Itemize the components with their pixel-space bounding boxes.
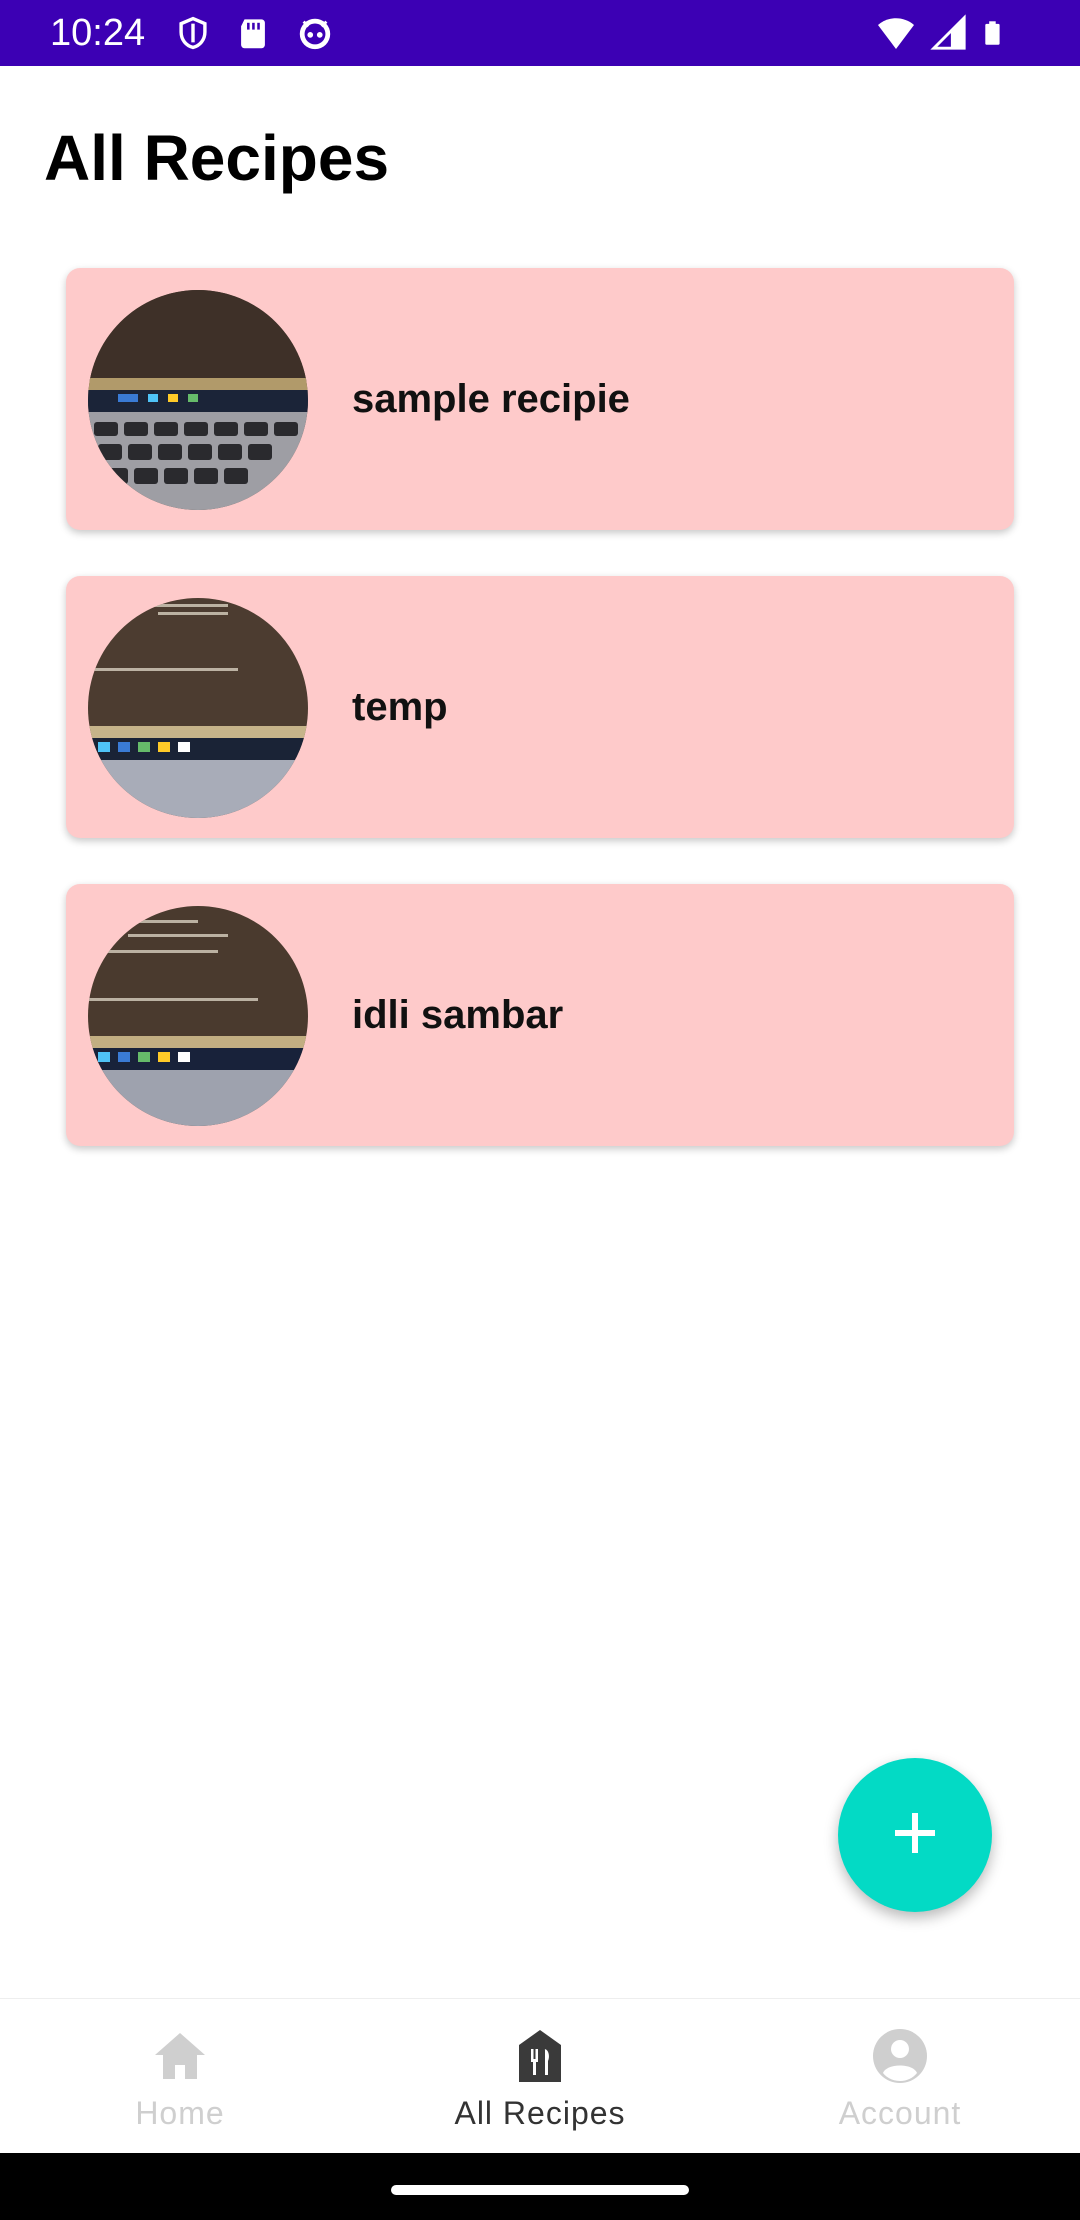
status-time: 10:24 — [50, 12, 146, 54]
bottom-navigation: Home All Recipes Account — [0, 1998, 1080, 2154]
nav-label: All Recipes — [454, 2095, 626, 2131]
home-gesture-handle[interactable] — [391, 2185, 689, 2195]
recipe-thumbnail — [88, 598, 308, 818]
recipe-card[interactable]: sample recipie — [66, 268, 1014, 530]
account-circle-icon — [871, 2027, 929, 2085]
system-navigation-bar — [0, 2153, 1080, 2220]
recipe-name: temp — [352, 684, 448, 729]
recipe-thumbnail — [88, 906, 308, 1126]
recipe-list: sample recipie temp idli sambar — [66, 268, 1014, 1192]
recipe-card[interactable]: idli sambar — [66, 884, 1014, 1146]
recipe-name: sample recipie — [352, 376, 630, 421]
nav-item-all-recipes[interactable]: All Recipes — [360, 1999, 720, 2154]
nav-item-home[interactable]: Home — [0, 1999, 360, 2154]
nav-item-account[interactable]: Account — [720, 1999, 1080, 2154]
recipe-name: idli sambar — [352, 992, 564, 1037]
wifi-icon — [876, 13, 916, 53]
shield-icon — [176, 13, 216, 53]
plus-icon — [893, 1811, 937, 1860]
nav-label: Home — [135, 2095, 225, 2131]
add-recipe-button[interactable] — [838, 1758, 992, 1912]
android-face-icon — [296, 13, 336, 53]
battery-icon — [984, 13, 1024, 53]
recipe-book-icon — [511, 2027, 569, 2085]
recipe-card[interactable]: temp — [66, 576, 1014, 838]
status-bar: 10:24 — [0, 0, 1080, 66]
home-icon — [151, 2027, 209, 2085]
recipe-thumbnail — [88, 290, 308, 510]
sd-card-icon — [236, 13, 276, 53]
nav-label: Account — [838, 2095, 962, 2131]
signal-icon — [930, 13, 970, 53]
page-title: All Recipes — [44, 122, 390, 194]
